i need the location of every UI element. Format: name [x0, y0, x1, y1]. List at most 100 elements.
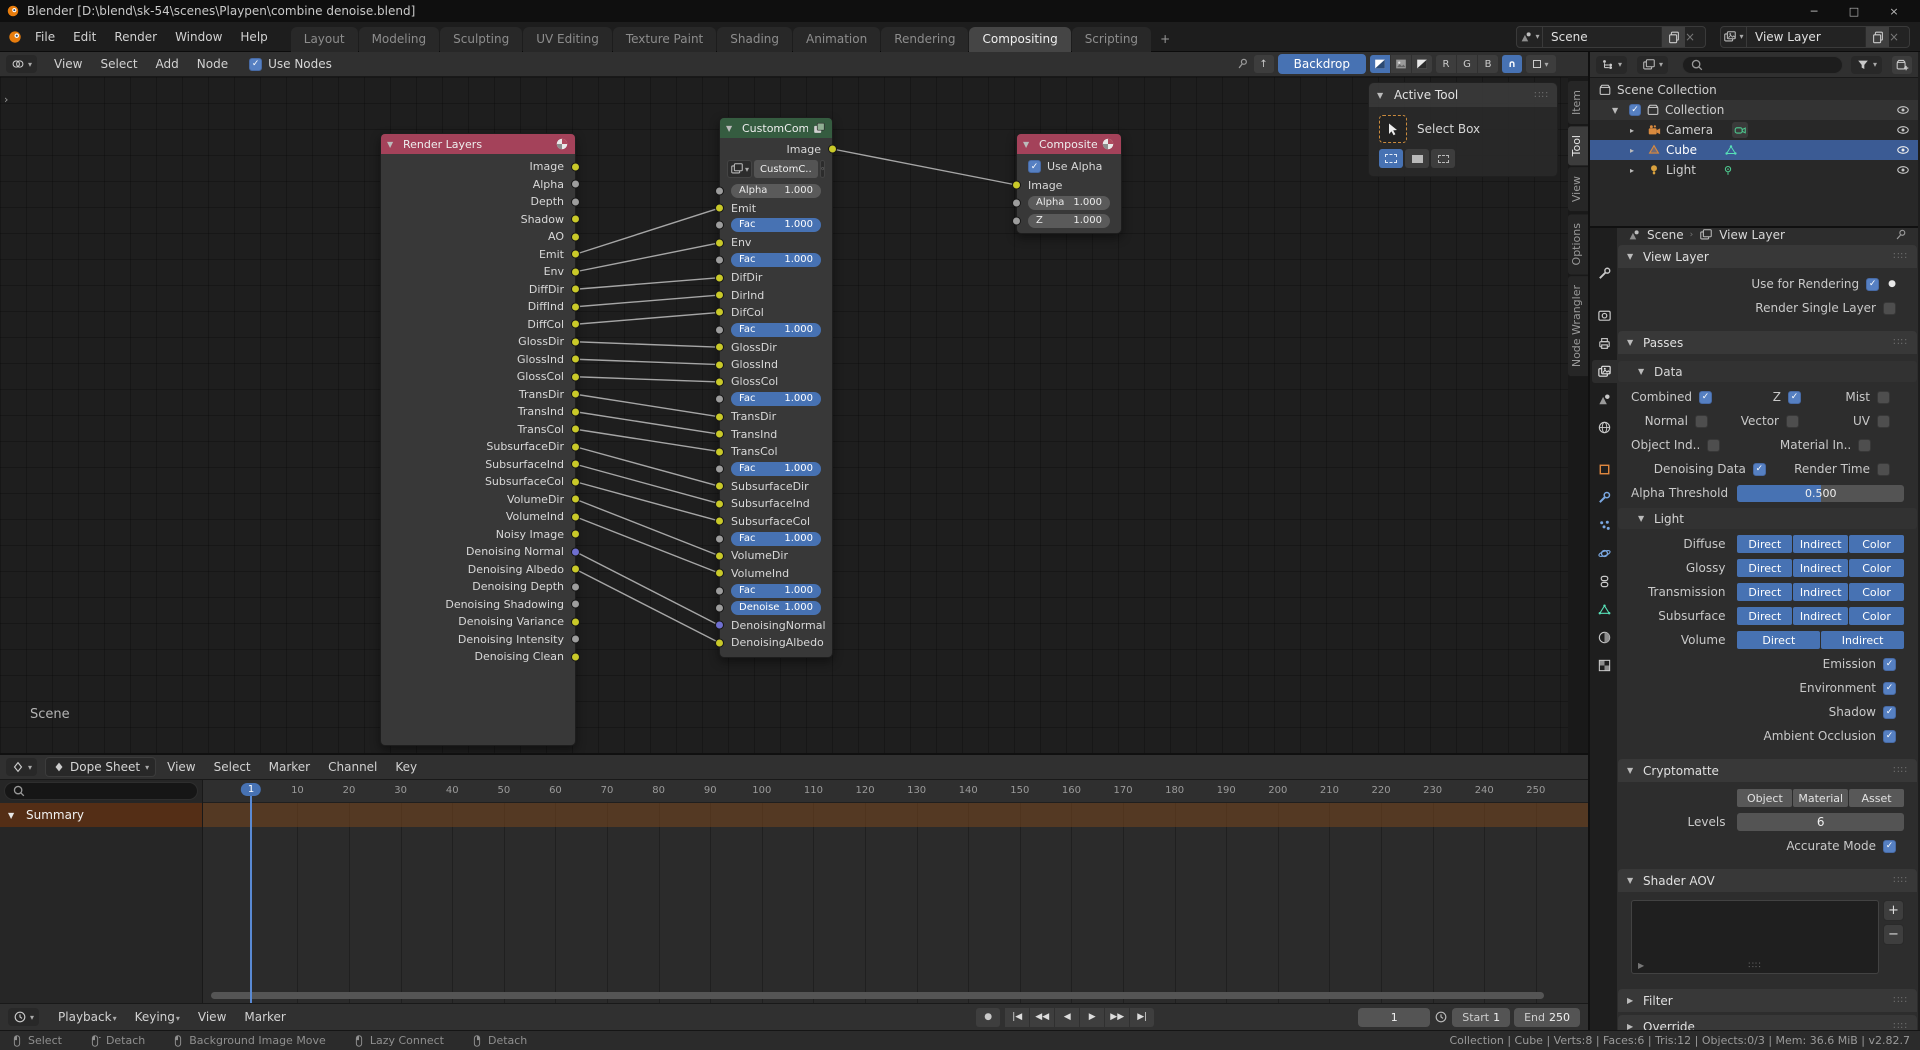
- properties-tab-tool[interactable]: [1592, 262, 1617, 285]
- menu-view[interactable]: View: [189, 1006, 235, 1028]
- maximize-button[interactable]: □: [1834, 0, 1874, 22]
- output-socket-diffdir[interactable]: [571, 285, 580, 294]
- input-socket-emit[interactable]: [715, 204, 724, 213]
- play-reverse-button[interactable]: ◀: [1055, 1008, 1079, 1027]
- input-socket-transcol[interactable]: [715, 447, 724, 456]
- input-socket-fac[interactable]: [715, 395, 724, 404]
- jump-to-end-button[interactable]: ▶|: [1130, 1008, 1154, 1027]
- workspace-tab-scripting[interactable]: Scripting: [1072, 27, 1151, 52]
- panel-header-view-layer[interactable]: ▼View Layer∷∷: [1618, 245, 1917, 268]
- checkbox[interactable]: [1858, 439, 1871, 452]
- workspace-tab-uv-editing[interactable]: UV Editing: [523, 27, 612, 52]
- input-socket-fac[interactable]: [715, 534, 724, 543]
- collapse-triangle-icon[interactable]: ▼: [726, 124, 738, 133]
- output-socket-ao[interactable]: [571, 232, 580, 241]
- outliner-item-light[interactable]: ▸ Light: [1590, 160, 1918, 180]
- browse-node-group-button[interactable]: ▾: [727, 160, 752, 178]
- output-socket-transind[interactable]: [571, 407, 580, 416]
- editor-type-dropdown[interactable]: ▾: [1596, 56, 1627, 74]
- menu-channel[interactable]: Channel: [319, 756, 386, 778]
- outliner-search-input[interactable]: [1708, 59, 1835, 71]
- outliner-item-scene-collection[interactable]: Scene Collection: [1590, 80, 1918, 100]
- light-data-icon[interactable]: [1721, 163, 1735, 177]
- input-socket-fac[interactable]: [715, 464, 724, 473]
- checkbox[interactable]: [1707, 439, 1720, 452]
- diffuse-direct-button[interactable]: Direct: [1737, 535, 1792, 553]
- input-socket-difdir[interactable]: [715, 273, 724, 282]
- use-alpha-checkbox[interactable]: ✓: [1028, 160, 1041, 173]
- play-button[interactable]: ▶: [1080, 1008, 1104, 1027]
- output-socket-depth[interactable]: [571, 197, 580, 206]
- menu-help[interactable]: Help: [231, 26, 276, 48]
- hide-eye-icon[interactable]: [1896, 103, 1910, 117]
- input-socket-subsurfacecol[interactable]: [715, 517, 724, 526]
- select-mode-extend-button[interactable]: [1405, 149, 1429, 168]
- checkbox[interactable]: ✓: [1883, 706, 1896, 719]
- input-socket-transdir[interactable]: [715, 412, 724, 421]
- properties-tab-material[interactable]: [1592, 626, 1617, 649]
- output-socket-shadow[interactable]: [571, 215, 580, 224]
- output-socket-emit[interactable]: [571, 250, 580, 259]
- prop-check-vector[interactable]: Vector: [1722, 414, 1813, 428]
- output-socket-glossdir[interactable]: [571, 337, 580, 346]
- backdrop-alpha-button[interactable]: [1412, 55, 1432, 73]
- crypto-object-button[interactable]: Object: [1737, 789, 1792, 807]
- node-composite[interactable]: ▼ Composite ✓ Use Alpha: [1016, 133, 1122, 234]
- backdrop-color-alpha-button[interactable]: [1370, 55, 1390, 73]
- menu-view[interactable]: View: [158, 756, 204, 778]
- channel-search-input[interactable]: [30, 785, 190, 797]
- output-socket-volumedir[interactable]: [571, 495, 580, 504]
- sidebar-tab-node-wrangler[interactable]: Node Wrangler: [1568, 276, 1588, 376]
- panel-header-passes[interactable]: ▼Passes∷∷: [1618, 331, 1917, 354]
- crypto-material-button[interactable]: Material: [1793, 789, 1848, 807]
- menu-marker[interactable]: Marker: [235, 1006, 294, 1028]
- checkbox[interactable]: ✓: [1883, 730, 1896, 743]
- playhead[interactable]: [250, 790, 252, 1003]
- input-socket-denoisingnormal[interactable]: [715, 621, 724, 630]
- input-socket-denoise[interactable]: [715, 604, 724, 613]
- hide-eye-icon[interactable]: [1896, 123, 1910, 137]
- subpanel-header-light[interactable]: ▼Light: [1618, 508, 1917, 529]
- transmission-color-button[interactable]: Color: [1849, 583, 1904, 601]
- collapse-triangle-icon[interactable]: ▼: [1023, 140, 1035, 149]
- new-view-layer-button[interactable]: [1865, 27, 1889, 47]
- summary-channel[interactable]: ▼ Summary: [0, 803, 202, 827]
- start-frame-field[interactable]: Start1: [1452, 1008, 1510, 1027]
- workspace-tab-texture-paint[interactable]: Texture Paint: [613, 27, 716, 52]
- next-keyframe-button[interactable]: ▶▶: [1105, 1008, 1129, 1027]
- add-aov-button[interactable]: +: [1883, 900, 1904, 921]
- fac-slider[interactable]: Fac1.000: [731, 218, 821, 232]
- output-socket-denoising-normal[interactable]: [571, 547, 580, 556]
- checkbox[interactable]: ✓: [1883, 840, 1896, 853]
- prop-check-z[interactable]: Z✓: [1726, 390, 1815, 404]
- properties-tab-output[interactable]: [1592, 332, 1617, 355]
- fac-slider[interactable]: Fac1.000: [731, 253, 821, 267]
- sidebar-tab-options[interactable]: Options: [1568, 214, 1588, 274]
- editor-type-dropdown[interactable]: ▾: [8, 1008, 39, 1026]
- active-tool-panel-header[interactable]: ▼ Active Tool ∷∷: [1369, 83, 1557, 107]
- node-group-selector[interactable]: ▾ CustomC..: [720, 158, 832, 182]
- crypto-asset-button[interactable]: Asset: [1849, 789, 1904, 807]
- workspace-tab-compositing[interactable]: Compositing: [969, 27, 1070, 52]
- output-socket-glossind[interactable]: [571, 355, 580, 364]
- output-socket-denoising-clean[interactable]: [571, 652, 580, 661]
- breadcrumb-scene[interactable]: Scene: [1647, 228, 1684, 242]
- prop-check-combined[interactable]: Combined✓: [1631, 390, 1726, 404]
- use-nodes-toggle[interactable]: ✓ Use Nodes: [249, 57, 332, 71]
- input-socket-subsurfacedir[interactable]: [715, 482, 724, 491]
- glossy-indirect-button[interactable]: Indirect: [1793, 559, 1848, 577]
- hide-eye-icon[interactable]: [1896, 163, 1910, 177]
- output-socket-transdir[interactable]: [571, 390, 580, 399]
- subpanel-header-data[interactable]: ▼Data: [1618, 361, 1917, 382]
- mesh-data-icon[interactable]: [1724, 143, 1738, 157]
- input-socket-volumeind[interactable]: [715, 569, 724, 578]
- input-socket-env[interactable]: [715, 238, 724, 247]
- sidebar-tab-item[interactable]: Item: [1568, 81, 1588, 124]
- menu-node[interactable]: Node: [188, 53, 237, 75]
- output-socket-volumeind[interactable]: [571, 512, 580, 521]
- workspace-tab-rendering[interactable]: Rendering: [881, 27, 968, 52]
- view-layer-selector[interactable]: ▾ View Layer ×: [1720, 26, 1910, 48]
- current-frame-field[interactable]: 1: [1358, 1008, 1430, 1027]
- snap-target-dropdown[interactable]: ▾: [1526, 55, 1556, 73]
- remove-view-layer-button[interactable]: ×: [1889, 30, 1909, 44]
